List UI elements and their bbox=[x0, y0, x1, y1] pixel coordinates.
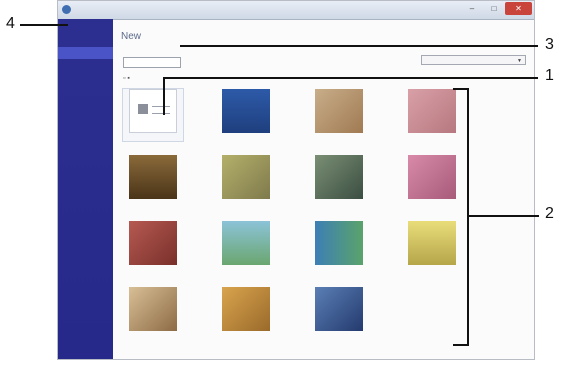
sidebar bbox=[58, 19, 113, 359]
template-thumbnail bbox=[408, 89, 456, 133]
template-tile[interactable] bbox=[402, 155, 462, 207]
view-toggle[interactable]: ▫ ▪ bbox=[123, 74, 147, 84]
template-tile[interactable] bbox=[123, 221, 183, 273]
close-button[interactable]: ✕ bbox=[505, 2, 532, 15]
template-tile[interactable] bbox=[123, 155, 183, 207]
page-title: New bbox=[121, 31, 142, 42]
sidebar-item-open[interactable] bbox=[58, 63, 113, 75]
template-tile[interactable] bbox=[216, 89, 276, 141]
callout-line-2 bbox=[467, 215, 539, 217]
template-tile[interactable] bbox=[309, 287, 369, 339]
template-tile[interactable] bbox=[309, 221, 369, 273]
template-tile[interactable] bbox=[123, 287, 183, 339]
app-icon bbox=[62, 5, 71, 14]
template-thumbnail bbox=[129, 155, 177, 199]
bracket-vertical bbox=[467, 88, 469, 346]
app-window: – □ ✕ New ▼ ▫ ▪ bbox=[57, 0, 535, 360]
template-thumbnail bbox=[129, 221, 177, 265]
main-panel: New ▼ ▫ ▪ bbox=[113, 19, 534, 359]
template-thumbnail bbox=[315, 287, 363, 331]
template-tile[interactable] bbox=[216, 221, 276, 273]
title-bar: – □ ✕ bbox=[58, 1, 534, 20]
sidebar-item-file[interactable] bbox=[58, 26, 113, 38]
template-tile[interactable] bbox=[402, 221, 462, 273]
template-tile[interactable] bbox=[309, 155, 369, 207]
template-thumbnail bbox=[315, 221, 363, 265]
template-tile[interactable] bbox=[309, 89, 369, 141]
template-thumbnail bbox=[408, 221, 456, 265]
callout-line-3 bbox=[180, 45, 538, 47]
template-thumbnail bbox=[222, 287, 270, 331]
template-tile[interactable] bbox=[216, 155, 276, 207]
template-thumbnail bbox=[315, 155, 363, 199]
callout-line-1 bbox=[163, 77, 538, 79]
template-thumbnail bbox=[408, 155, 456, 199]
templates-button[interactable] bbox=[123, 57, 181, 68]
template-thumbnail bbox=[222, 155, 270, 199]
template-thumbnail bbox=[129, 287, 177, 331]
minimize-button[interactable]: – bbox=[462, 2, 482, 15]
template-tile[interactable] bbox=[216, 287, 276, 339]
template-thumbnail bbox=[315, 89, 363, 133]
callout-number-1: 1 bbox=[545, 67, 554, 84]
sidebar-item-new[interactable] bbox=[58, 47, 113, 59]
template-tile[interactable] bbox=[122, 88, 184, 142]
callout-number-4: 4 bbox=[6, 15, 15, 32]
callout-number-3: 3 bbox=[545, 36, 554, 53]
callout-line-1-vertical bbox=[163, 77, 165, 115]
chevron-down-icon: ▼ bbox=[517, 58, 522, 64]
filter-dropdown[interactable]: ▼ bbox=[421, 55, 526, 65]
template-thumbnail bbox=[222, 221, 270, 265]
callout-line-4 bbox=[20, 24, 68, 26]
bracket-bottom bbox=[453, 344, 469, 346]
template-thumbnail bbox=[222, 89, 270, 133]
blank-document-icon bbox=[129, 89, 177, 133]
template-tile[interactable] bbox=[402, 89, 462, 141]
callout-number-2: 2 bbox=[545, 205, 554, 222]
maximize-button[interactable]: □ bbox=[484, 2, 504, 15]
